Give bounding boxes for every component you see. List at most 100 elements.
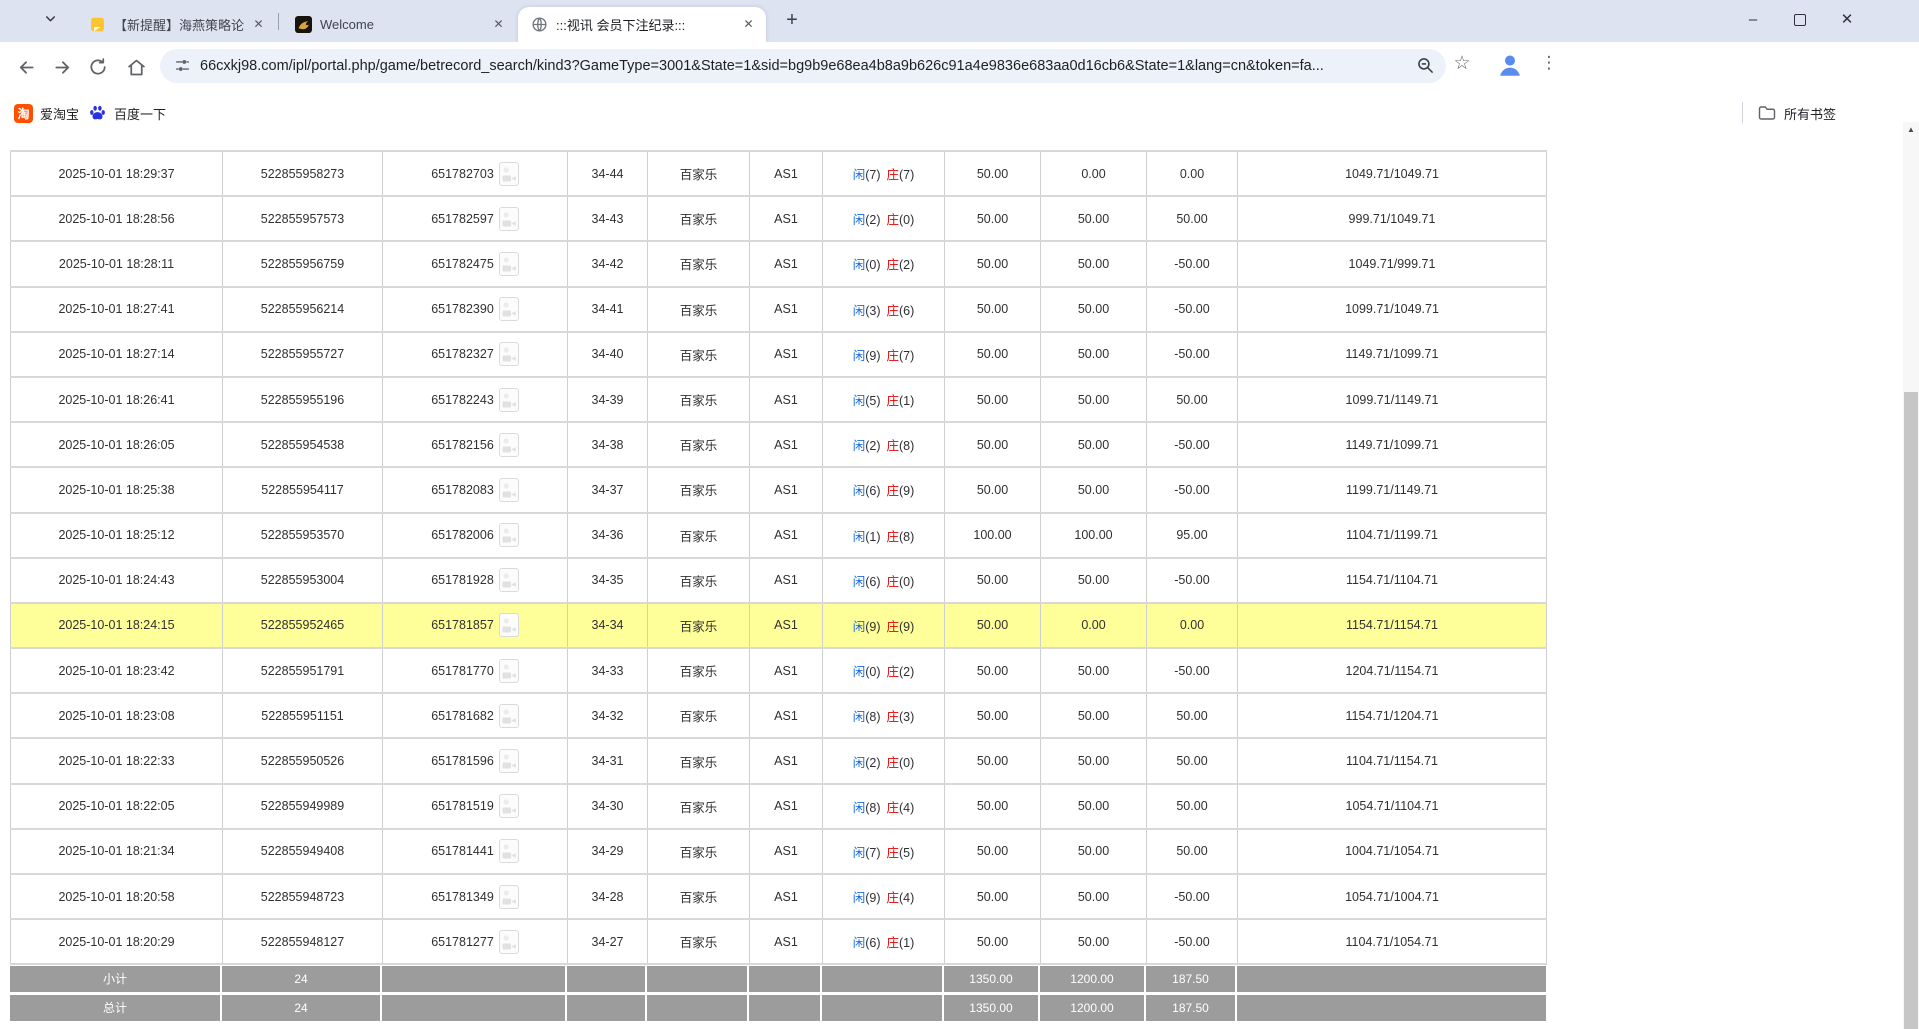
bet-amount-cell[interactable]: 50.00 [944, 149, 1041, 197]
bet-amount-cell[interactable]: 50.00 [944, 782, 1041, 830]
window-close-button[interactable]: ✕ [1832, 6, 1862, 34]
player-label: 闲 [852, 845, 866, 860]
video-record-icon[interactable] [498, 749, 519, 774]
page-scrollbar[interactable]: ▲ [1903, 122, 1919, 1029]
game-number: 651781277 [431, 934, 494, 949]
footer-cell: 187.50 [1146, 995, 1237, 1022]
bet-amount-cell[interactable]: 50.00 [944, 692, 1041, 739]
video-record-icon[interactable] [498, 387, 519, 412]
table-name-cell: AS1 [749, 647, 823, 694]
forward-button[interactable] [50, 55, 74, 79]
result-cell: 闲(2) 庄(0) [822, 737, 945, 785]
tab-close-icon[interactable]: ✕ [490, 16, 507, 33]
order-number-cell: 522855949989 [222, 782, 383, 830]
bet-amount-cell[interactable]: 100.00 [944, 511, 1041, 559]
video-record-icon[interactable] [498, 703, 519, 728]
bet-amount-cell[interactable]: 50.00 [944, 330, 1041, 378]
zoom-level-icon[interactable] [1416, 56, 1435, 80]
bet-amount-cell[interactable]: 50.00 [944, 601, 1041, 649]
bet-amount-cell[interactable]: 50.00 [944, 375, 1041, 423]
video-record-icon[interactable] [498, 794, 519, 819]
bet-amount-cell[interactable]: 50.00 [944, 918, 1041, 966]
bet-time-cell: 2025-10-01 18:27:14 [10, 330, 223, 378]
video-record-icon[interactable] [498, 206, 519, 231]
footer-cell: 24 [222, 995, 382, 1022]
bookmark-aitaobao[interactable]: 淘 爱淘宝 [14, 101, 79, 125]
bet-time-cell: 2025-10-01 18:23:42 [10, 647, 223, 694]
video-record-icon[interactable] [498, 161, 519, 186]
bet-record-page: 2025-10-01 18:29:37 522855958273 651782703… [10, 149, 1547, 1022]
game-type-cell: 百家乐 [647, 647, 750, 694]
tab-welcome[interactable]: Welcome ✕ [282, 7, 516, 42]
tab-search-button[interactable] [38, 9, 62, 33]
game-number: 651781349 [431, 889, 494, 904]
scrollbar-thumb[interactable] [1904, 392, 1918, 1029]
table-name-cell: AS1 [749, 375, 823, 423]
winloss-cell: -50.00 [1146, 285, 1238, 333]
video-record-icon[interactable] [498, 432, 519, 457]
footer-cell [382, 966, 567, 993]
bet-amount-cell[interactable]: 50.00 [944, 421, 1041, 468]
url-text[interactable]: 66cxkj98.com/ipl/portal.php/game/betreco… [200, 55, 1400, 77]
video-record-icon[interactable] [498, 929, 519, 954]
round-cell: 34-28 [567, 872, 648, 920]
player-points: (7) [865, 168, 881, 183]
winloss-cell: 50.00 [1146, 375, 1238, 423]
bookmark-star-icon[interactable]: ☆ [1450, 52, 1474, 75]
banker-label: 庄 [886, 529, 900, 544]
bet-record-row: 2025-10-01 18:23:08 522855951151 651781682… [10, 692, 1547, 739]
bet-amount-cell[interactable]: 50.00 [944, 647, 1041, 694]
bet-amount-cell[interactable]: 50.00 [944, 827, 1041, 875]
bet-table-body: 2025-10-01 18:29:37 522855958273 651782703… [10, 149, 1547, 966]
tab-bet-record[interactable]: :::视讯 会员下注纪录::: ✕ [518, 7, 766, 42]
bet-record-row: 2025-10-01 18:24:43 522855953004 651781928… [10, 556, 1547, 604]
video-record-icon[interactable] [498, 342, 519, 367]
bet-amount-cell[interactable]: 50.00 [944, 872, 1041, 920]
video-record-icon[interactable] [498, 613, 519, 638]
maximize-button[interactable] [1785, 6, 1815, 34]
bet-amount-cell[interactable]: 50.00 [944, 556, 1041, 604]
balance-cell: 1104.71/1054.71 [1237, 918, 1547, 966]
bet-amount-cell[interactable]: 50.00 [944, 195, 1041, 242]
video-record-icon[interactable] [498, 251, 519, 276]
video-record-icon[interactable] [498, 839, 519, 864]
tab-forum[interactable]: 【新提醒】海燕策略论坛 - 综合 ✕ [76, 7, 276, 42]
tab-close-icon[interactable]: ✕ [250, 16, 267, 33]
all-bookmarks-button[interactable]: 所有书签 [1758, 101, 1836, 125]
reload-button[interactable] [86, 55, 110, 79]
video-record-icon[interactable] [498, 477, 519, 502]
banker-points: (8) [899, 439, 915, 454]
new-tab-button[interactable]: + [779, 8, 805, 34]
forum-favicon-icon [88, 16, 106, 34]
back-button[interactable] [14, 55, 38, 79]
video-record-icon[interactable] [498, 658, 519, 683]
home-button[interactable] [124, 55, 148, 79]
valid-amount-cell: 50.00 [1040, 692, 1147, 739]
site-settings-icon[interactable] [174, 57, 191, 79]
video-record-icon[interactable] [498, 884, 519, 909]
video-record-icon[interactable] [498, 568, 519, 593]
bet-amount-cell[interactable]: 50.00 [944, 240, 1041, 288]
bookmark-label: 百度一下 [114, 106, 167, 122]
browser-menu-icon[interactable]: ⋮ [1540, 53, 1558, 73]
game-type-cell: 百家乐 [647, 737, 750, 785]
table-name-cell: AS1 [749, 782, 823, 830]
bet-amount-cell[interactable]: 50.00 [944, 285, 1041, 333]
video-record-icon[interactable] [498, 297, 519, 322]
profile-avatar[interactable] [1496, 51, 1524, 79]
tab-close-icon[interactable]: ✕ [740, 16, 757, 33]
bet-amount-cell[interactable]: 50.00 [944, 737, 1041, 785]
bet-record-row: 2025-10-01 18:27:41 522855956214 651782390… [10, 285, 1547, 333]
scroll-up-arrow-icon[interactable]: ▲ [1903, 122, 1919, 138]
video-record-icon[interactable] [498, 523, 519, 548]
bet-record-row: 2025-10-01 18:24:15 522855952465 651781857… [10, 601, 1547, 649]
game-number: 651782006 [431, 528, 494, 543]
game-type-cell: 百家乐 [647, 556, 750, 604]
game-type-cell: 百家乐 [647, 195, 750, 242]
valid-amount-cell: 50.00 [1040, 782, 1147, 830]
minimize-button[interactable]: – [1738, 6, 1768, 34]
game-number: 651781519 [431, 799, 494, 814]
valid-amount-cell: 50.00 [1040, 827, 1147, 875]
bookmark-baidu[interactable]: 百度一下 [88, 101, 166, 125]
bet-amount-cell[interactable]: 50.00 [944, 466, 1041, 514]
